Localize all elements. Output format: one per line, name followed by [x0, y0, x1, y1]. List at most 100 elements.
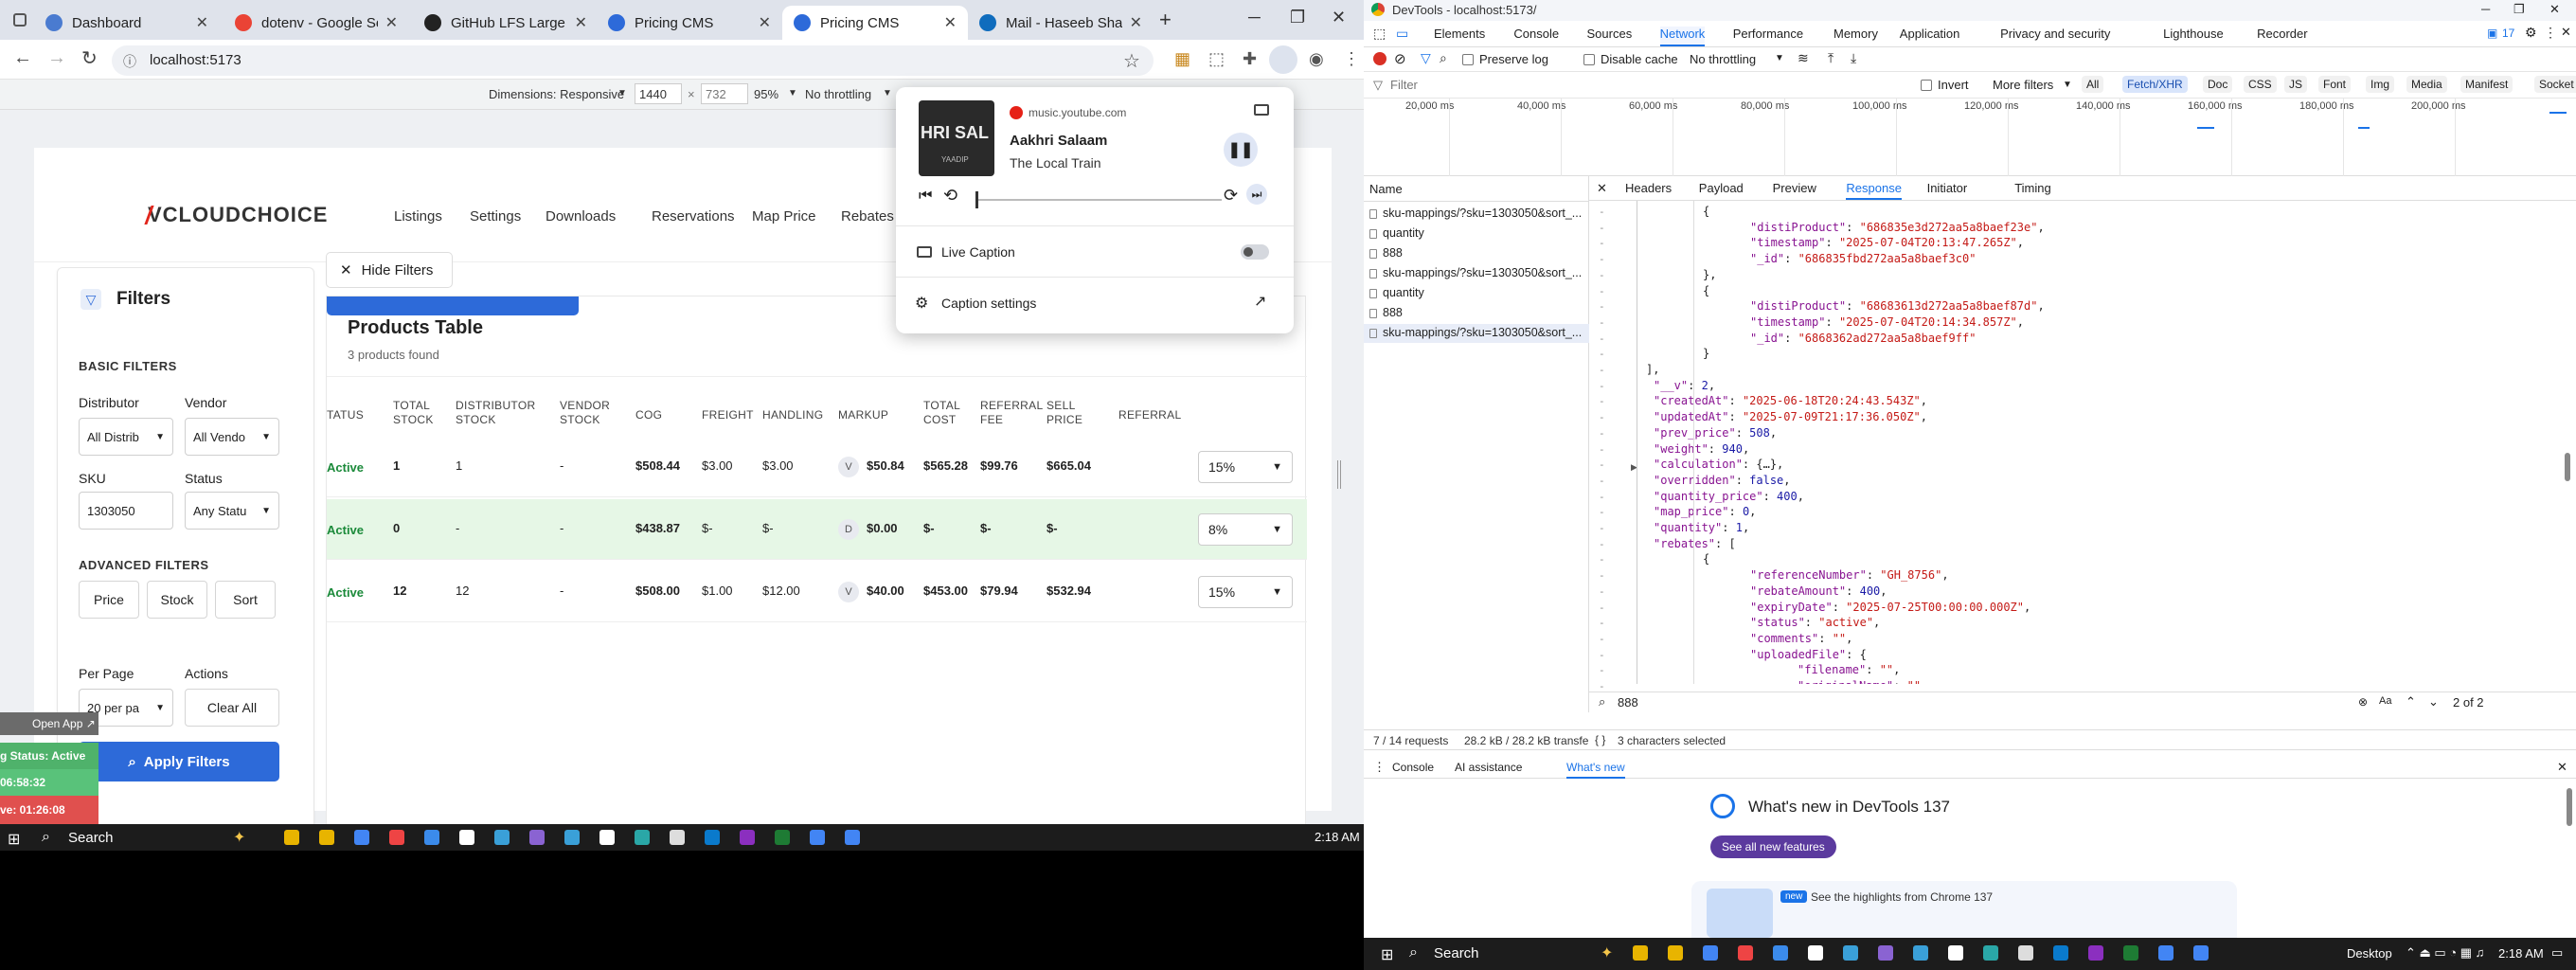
type-filter-css[interactable]: CSS: [2244, 76, 2277, 93]
request-name[interactable]: quantity: [1383, 286, 1424, 299]
drawer-tab-0[interactable]: Console: [1392, 761, 1434, 774]
browser-tab[interactable]: GitHub LFS Large Files ✕: [413, 6, 599, 40]
taskbar-app-icon[interactable]: [1983, 945, 1998, 961]
referral-select[interactable]: 15% ▼: [1198, 451, 1293, 483]
close-window-icon[interactable]: ✕: [1332, 8, 1346, 27]
panel-tab-elements[interactable]: Elements: [1434, 27, 1485, 41]
live-caption-toggle[interactable]: [1241, 244, 1269, 260]
tab-close-icon[interactable]: ✕: [196, 13, 208, 32]
caption-settings-link[interactable]: Caption settings: [941, 296, 1036, 311]
windows-start-icon[interactable]: ⊞: [1381, 945, 1393, 964]
close-icon[interactable]: ✕: [1597, 181, 1607, 196]
minimize-icon[interactable]: ─: [2481, 2, 2490, 16]
nav-link-rebates[interactable]: Rebates: [841, 208, 894, 225]
browser-tab[interactable]: Pricing CMS ✕: [782, 6, 968, 40]
taskbar-app-icon[interactable]: [459, 830, 474, 845]
site-info-icon[interactable]: ⓘ: [123, 52, 136, 71]
tab-search-icon[interactable]: [13, 13, 27, 27]
request-row[interactable]: sku-mappings/?sku=1303050&sort_...: [1364, 264, 1589, 283]
response-search-input[interactable]: 888: [1618, 695, 1638, 710]
next-match-icon[interactable]: ⌄: [2428, 694, 2439, 710]
status-select[interactable]: Any Statu ▼: [185, 492, 279, 530]
notification-icon[interactable]: ▭: [2551, 945, 2563, 961]
taskbar-app-icon[interactable]: [319, 830, 334, 845]
detail-tab-response[interactable]: Response: [1846, 181, 1902, 200]
taskbar-app-icon[interactable]: [1738, 945, 1753, 961]
taskbar-app-icon[interactable]: [2158, 945, 2174, 961]
maximize-icon[interactable]: ❐: [1290, 8, 1305, 27]
type-filter-font[interactable]: Font: [2318, 76, 2352, 93]
request-name[interactable]: sku-mappings/?sku=1303050&sort_...: [1383, 207, 1582, 220]
taskbar-app-icon[interactable]: [599, 830, 615, 845]
taskbar-app-icon[interactable]: [2193, 945, 2209, 961]
previous-track-icon[interactable]: ⏮: [919, 188, 932, 205]
detail-tab-timing[interactable]: Timing: [2014, 181, 2051, 195]
type-filter-socket[interactable]: Socket: [2534, 76, 2576, 93]
request-row[interactable]: 888: [1364, 244, 1589, 263]
highlight-card[interactable]: new See the highlights from Chrome 137: [1691, 881, 2237, 938]
taskbar-app-icon[interactable]: [635, 830, 650, 845]
preserve-log-label[interactable]: Preserve log: [1479, 52, 1548, 66]
taskbar-app-icon[interactable]: [284, 830, 299, 845]
table-row[interactable]: Active 12 12 - $508.00 $1.00 $12.00 V $40.00 $453…: [327, 562, 1307, 622]
referral-select[interactable]: 8% ▼: [1198, 513, 1293, 546]
taskbar-app-icon[interactable]: [1913, 945, 1928, 961]
minimize-icon[interactable]: ─: [1248, 8, 1261, 27]
browser-tab[interactable]: Dashboard ✕: [34, 6, 220, 40]
nav-link-settings[interactable]: Settings: [470, 208, 521, 225]
width-input[interactable]: 1440: [635, 83, 682, 104]
gear-icon[interactable]: ⚙: [2525, 25, 2537, 41]
filter-input[interactable]: Filter: [1390, 78, 1418, 92]
tab-close-icon[interactable]: ✕: [759, 13, 771, 32]
open-app-button[interactable]: Open App ↗: [0, 712, 98, 735]
panel-tab-console[interactable]: Console: [1513, 27, 1559, 41]
seek-bar[interactable]: [975, 199, 1222, 201]
tab-close-icon[interactable]: ✕: [575, 13, 587, 32]
request-row[interactable]: 888: [1364, 304, 1589, 323]
taskbar-app-icon[interactable]: [564, 830, 580, 845]
type-filter-img[interactable]: Img: [2366, 76, 2395, 93]
panel-tab-application[interactable]: Application: [1900, 27, 1960, 41]
nav-link-downloads[interactable]: Downloads: [546, 208, 616, 225]
filter-icon[interactable]: ▽: [1421, 50, 1431, 66]
name-column-header[interactable]: Name: [1369, 182, 1403, 196]
taskbar-app-icon[interactable]: [1808, 945, 1823, 961]
prev-match-icon[interactable]: ⌃: [2406, 694, 2416, 710]
request-name[interactable]: 888: [1383, 246, 1403, 260]
close-icon[interactable]: ✕: [2561, 25, 2571, 40]
request-row[interactable]: quantity: [1364, 284, 1589, 303]
type-filter-all[interactable]: All: [2082, 76, 2104, 93]
hide-filters-button[interactable]: ✕ Hide Filters: [326, 252, 453, 288]
stock-filter-button[interactable]: Stock: [147, 581, 207, 619]
taskbar-app-icon[interactable]: [670, 830, 685, 845]
taskbar-app-icon[interactable]: [1668, 945, 1683, 961]
request-row[interactable]: sku-mappings/?sku=1303050&sort_...: [1364, 205, 1589, 224]
drawer-tab-1[interactable]: AI assistance: [1455, 761, 1522, 774]
drawer-tab-2[interactable]: What's new: [1566, 761, 1625, 779]
taskbar-app-icon[interactable]: [2123, 945, 2138, 961]
preserve-log-checkbox[interactable]: [1462, 54, 1474, 65]
disable-cache-checkbox[interactable]: [1583, 54, 1595, 65]
taskbar-app-icon[interactable]: [740, 830, 755, 845]
type-filter-manifest[interactable]: Manifest: [2460, 76, 2513, 93]
detail-tab-preview[interactable]: Preview: [1773, 181, 1816, 195]
forward-icon[interactable]: →: [47, 47, 66, 69]
record-icon[interactable]: [1373, 52, 1386, 65]
detail-tab-initiator[interactable]: Initiator: [1927, 181, 1968, 195]
more-options-icon[interactable]: ⋮: [2544, 25, 2557, 41]
distributor-select[interactable]: All Distrib ▼: [79, 418, 173, 456]
table-row[interactable]: Active 1 1 - $508.44 $3.00 $3.00 V $50.84 $565.28…: [327, 437, 1307, 497]
taskbar-app-icon[interactable]: [354, 830, 369, 845]
request-row[interactable]: quantity: [1364, 225, 1589, 243]
detail-tab-payload[interactable]: Payload: [1699, 181, 1744, 195]
tab-close-icon[interactable]: ✕: [385, 13, 398, 32]
taskbar-app-icon[interactable]: [810, 830, 825, 845]
throttle-select[interactable]: No throttling: [1690, 52, 1756, 66]
panel-tab-recorder[interactable]: Recorder: [2257, 27, 2307, 41]
request-name[interactable]: sku-mappings/?sku=1303050&sort_...: [1383, 266, 1582, 279]
extension-icon[interactable]: ▦: [1174, 49, 1190, 69]
reload-icon[interactable]: ↻: [81, 46, 98, 70]
close-window-icon[interactable]: ✕: [2549, 2, 2560, 17]
taskbar-app-icon[interactable]: [2053, 945, 2068, 961]
taskbar-app-icon[interactable]: [529, 830, 545, 845]
